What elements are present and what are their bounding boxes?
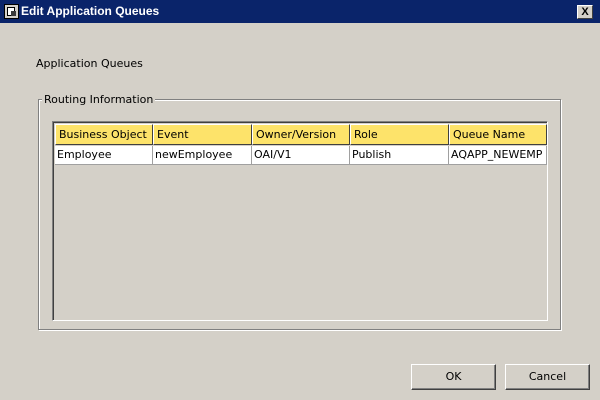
- cell-queue-name[interactable]: AQAPP_NEWEMP: [449, 146, 547, 165]
- column-header-business-object[interactable]: Business Object: [55, 124, 153, 145]
- close-button[interactable]: X: [577, 5, 593, 19]
- edit-application-queues-dialog: Edit Application Queues X Application Qu…: [0, 0, 600, 400]
- table-header-row: Business Object Event Owner/Version Role…: [55, 124, 547, 145]
- title-bar: Edit Application Queues X: [0, 0, 600, 23]
- routing-information-label: Routing Information: [42, 93, 156, 106]
- column-header-owner-version[interactable]: Owner/Version: [252, 124, 350, 145]
- column-header-role[interactable]: Role: [350, 124, 449, 145]
- cell-owner-version[interactable]: OAI/V1: [252, 146, 350, 165]
- table-row[interactable]: Employee newEmployee OAI/V1 Publish AQAP…: [55, 146, 547, 165]
- cell-event[interactable]: newEmployee: [153, 146, 252, 165]
- application-icon: [4, 4, 19, 19]
- cell-business-object[interactable]: Employee: [55, 146, 153, 165]
- routing-table-viewport: Business Object Event Owner/Version Role…: [53, 122, 547, 320]
- ok-button[interactable]: OK: [411, 364, 496, 390]
- column-header-queue-name[interactable]: Queue Name: [449, 124, 547, 145]
- routing-table: Business Object Event Owner/Version Role…: [52, 121, 548, 321]
- window-title: Edit Application Queues: [21, 4, 160, 18]
- application-queues-label: Application Queues: [36, 57, 143, 70]
- cell-role[interactable]: Publish: [350, 146, 449, 165]
- cancel-button[interactable]: Cancel: [505, 364, 590, 390]
- column-header-event[interactable]: Event: [153, 124, 252, 145]
